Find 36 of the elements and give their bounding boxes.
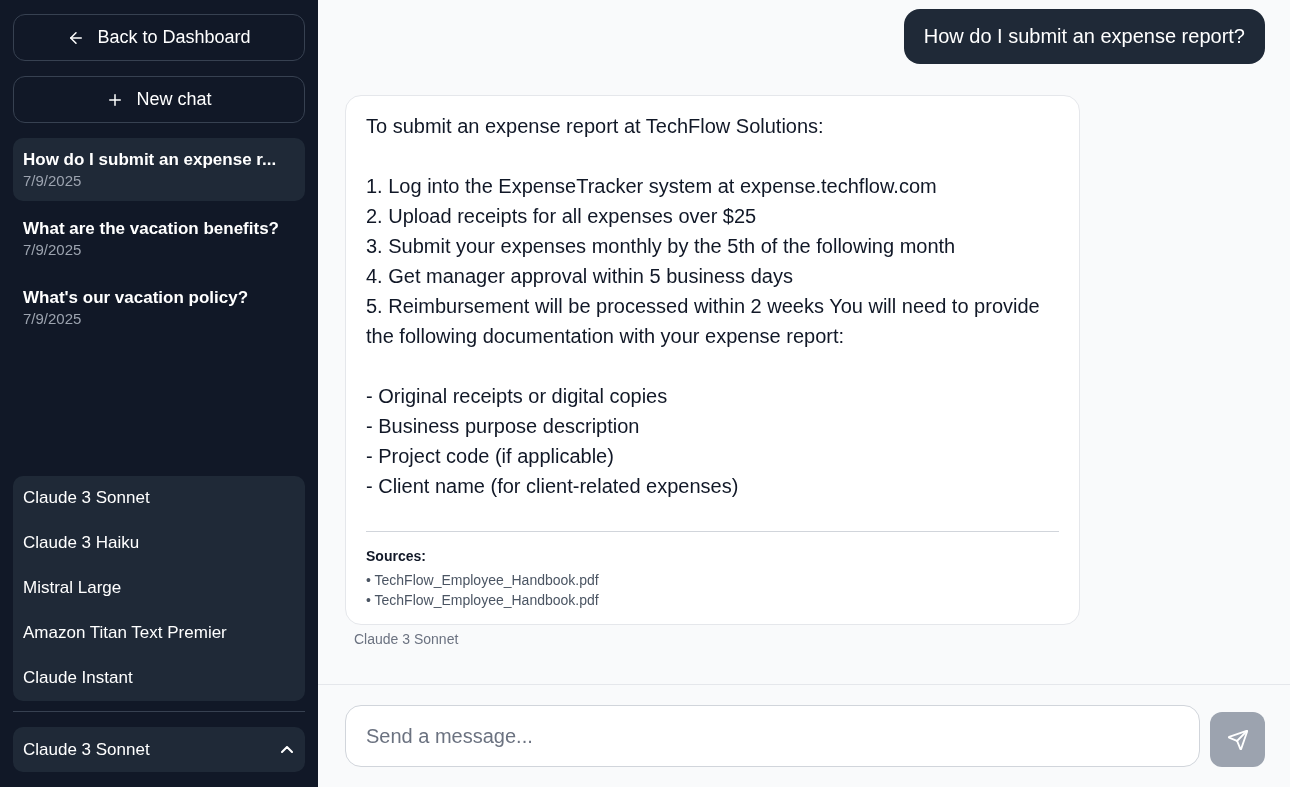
chat-title: What are the vacation benefits? (23, 219, 280, 239)
model-select-value: Claude 3 Sonnet (23, 739, 150, 760)
back-button[interactable]: Back to Dashboard (13, 14, 305, 61)
user-message: How do I submit an expense report? (903, 9, 1265, 64)
model-label: Claude 3 Sonnet (353, 631, 460, 647)
message-line: - Original receipts or digital copies (366, 384, 669, 409)
model-option[interactable]: Amazon Titan Text Premier (13, 611, 305, 656)
model-option[interactable]: Claude 3 Sonnet (13, 476, 305, 521)
message-line: 4. Get manager approval within 5 business days (366, 264, 794, 289)
chat-item[interactable]: What's our vacation policy? 7/9/2025 (13, 276, 305, 339)
chat-date: 7/9/2025 (23, 172, 83, 189)
new-chat-button[interactable]: New chat (13, 76, 305, 123)
chat-item[interactable]: How do I submit an expense r... 7/9/2025 (13, 138, 305, 201)
chat-title: What's our vacation policy? (23, 288, 250, 308)
send-icon (1226, 728, 1249, 751)
message-line: 5. Reimbursement will be processed within 2 weeks You will need to provide the following documentation with your expense report: (366, 294, 1041, 349)
message-line: - Client name (for client-related expenses) (366, 474, 740, 499)
chevron-up-icon (281, 746, 293, 753)
chat-date: 7/9/2025 (23, 241, 83, 258)
model-option[interactable]: Claude 3 Haiku (13, 521, 305, 566)
message-line: - Project code (if applicable) (366, 444, 615, 469)
chat-title: How do I submit an expense r... (23, 150, 278, 170)
message-line: - Business purpose description (366, 414, 641, 439)
model-option[interactable]: Mistral Large (13, 566, 305, 611)
source-item[interactable]: • TechFlow_Employee_Handbook.pdf (366, 590, 1059, 610)
chat-item[interactable]: What are the vacation benefits? 7/9/2025 (13, 207, 305, 270)
model-option[interactable]: Claude Instant (13, 656, 305, 701)
model-select[interactable]: Claude 3 Sonnet (13, 727, 305, 772)
message-line: 1. Log into the ExpenseTracker system at expense.techflow.com (366, 174, 938, 199)
sources-heading: Sources: (366, 547, 427, 566)
chat-date: 7/9/2025 (23, 310, 83, 327)
source-item[interactable]: • TechFlow_Employee_Handbook.pdf (366, 570, 1059, 590)
message-line: 3. Submit your expenses monthly by the 5th of the following month (366, 234, 957, 259)
message-line: 2. Upload receipts for all expenses over $25 (366, 204, 758, 229)
message-line: To submit an expense report at TechFlow Solutions: (366, 114, 825, 139)
message-input[interactable]: Send a message... (345, 705, 1200, 767)
